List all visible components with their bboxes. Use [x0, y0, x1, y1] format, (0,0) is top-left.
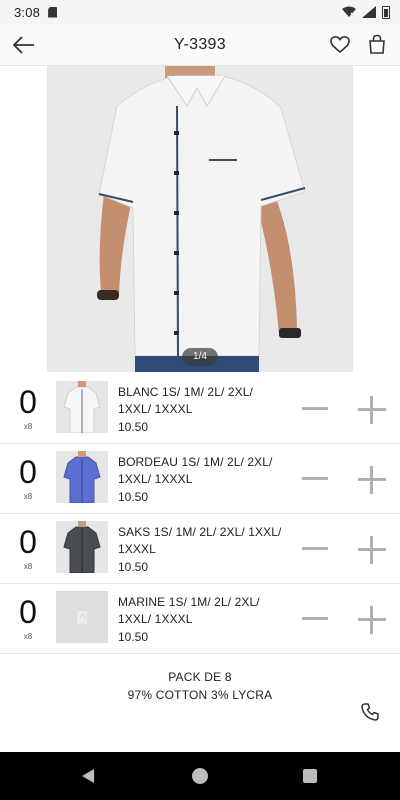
increase-quantity-button[interactable]	[358, 606, 386, 634]
decrease-quantity-button[interactable]	[302, 468, 328, 490]
product-info: PACK DE 8 97% COTTON 3% LYCRA	[0, 668, 400, 704]
material-text: 97% COTTON 3% LYCRA	[127, 688, 273, 702]
variant-row: 0 x8 MARINE 1S/ 1M/ 2L/ 2XL/ 1XXL/ 1XXXL…	[0, 584, 400, 654]
quantity-value: 0	[19, 384, 37, 420]
shopping-bag-icon[interactable]	[368, 34, 386, 54]
heart-icon[interactable]	[330, 35, 350, 55]
quantity-value: 0	[19, 594, 37, 630]
quantity-value: 0	[19, 454, 37, 490]
variant-name: SAKS 1S/ 1M/ 2L/ 2XL/ 1XXL/ 1XXXL	[118, 525, 282, 556]
pack-multiplier: x8	[23, 562, 33, 571]
pack-multiplier: x8	[23, 422, 33, 431]
product-image[interactable]	[47, 66, 353, 372]
variant-thumbnail[interactable]	[56, 521, 108, 573]
image-pager: 1/4	[182, 348, 218, 366]
variant-name: MARINE 1S/ 1M/ 2L/ 2XL/ 1XXL/ 1XXXL	[118, 595, 260, 626]
shirt-thumbnail	[56, 381, 108, 433]
variant-row: 0 x8 BLANC 1S/ 1M/ 2L/ 2XL/ 1XXL/ 1XXXL …	[0, 374, 400, 444]
shirt-photo	[47, 66, 353, 372]
variant-thumbnail[interactable]	[56, 381, 108, 433]
increase-quantity-button[interactable]	[358, 536, 386, 564]
phone-icon[interactable]	[360, 702, 380, 722]
status-time: 3:08	[14, 4, 41, 20]
variant-price: 10.50	[118, 630, 149, 644]
nav-back-icon[interactable]	[80, 768, 96, 784]
pack-multiplier: x8	[23, 632, 33, 641]
app-bar: Y-3393	[0, 24, 400, 66]
increase-quantity-button[interactable]	[358, 396, 386, 424]
decrease-quantity-button[interactable]	[302, 398, 328, 420]
variant-price: 10.50	[118, 560, 149, 574]
nav-home-icon[interactable]	[192, 768, 208, 784]
image-placeholder-icon	[56, 591, 108, 643]
pack-size-text: PACK DE 8	[168, 670, 232, 684]
signal-icon	[362, 6, 376, 18]
variant-price: 10.50	[118, 420, 149, 434]
wifi-off-icon	[342, 6, 356, 18]
shirt-thumbnail	[56, 451, 108, 503]
variant-row: 0 x8 BORDEAU 1S/ 1M/ 2L/ 2XL/ 1XXL/ 1XXX…	[0, 444, 400, 514]
variant-thumbnail[interactable]	[56, 591, 108, 643]
variant-price: 10.50	[118, 490, 149, 504]
variant-name: BORDEAU 1S/ 1M/ 2L/ 2XL/ 1XXL/ 1XXXL	[118, 455, 273, 486]
status-icons	[342, 5, 390, 19]
variant-name: BLANC 1S/ 1M/ 2L/ 2XL/ 1XXL/ 1XXXL	[118, 385, 253, 416]
decrease-quantity-button[interactable]	[302, 538, 328, 560]
decrease-quantity-button[interactable]	[302, 608, 328, 630]
nav-recents-icon[interactable]	[303, 769, 317, 783]
shirt-thumbnail	[56, 521, 108, 573]
sd-card-icon	[48, 6, 58, 18]
quantity-value: 0	[19, 524, 37, 560]
variant-row: 0 x8 SAKS 1S/ 1M/ 2L/ 2XL/ 1XXL/ 1XXXL 1…	[0, 514, 400, 584]
variant-thumbnail[interactable]	[56, 451, 108, 503]
status-bar: 3:08	[0, 0, 400, 24]
increase-quantity-button[interactable]	[358, 466, 386, 494]
pack-multiplier: x8	[23, 492, 33, 501]
variant-list: 0 x8 BLANC 1S/ 1M/ 2L/ 2XL/ 1XXL/ 1XXXL …	[0, 374, 400, 654]
battery-icon	[382, 5, 390, 19]
system-navigation-bar	[0, 752, 400, 800]
